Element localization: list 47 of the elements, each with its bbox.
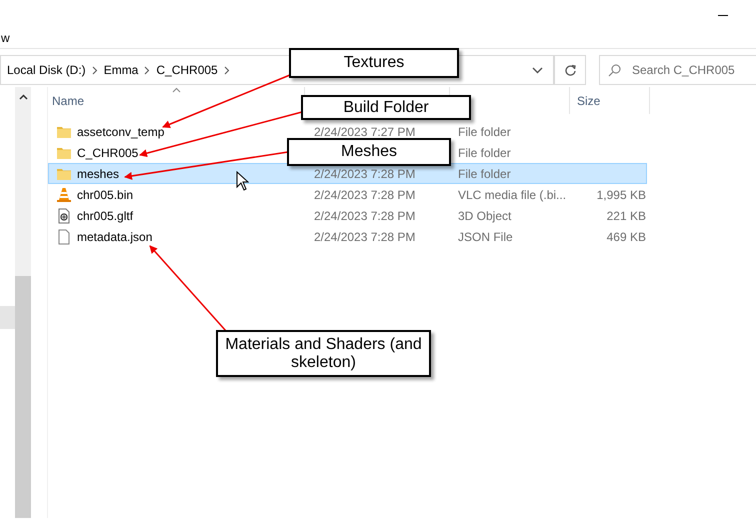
file-type: File folder — [458, 166, 511, 180]
breadcrumb[interactable]: Emma — [104, 63, 138, 77]
file-name: meshes — [77, 166, 120, 180]
traffic-cone-icon — [56, 186, 72, 202]
refresh-button[interactable] — [554, 55, 586, 85]
file-name: metadata.json — [77, 230, 152, 244]
chevron-icon — [144, 66, 150, 74]
file-type: File folder — [458, 146, 511, 160]
chevron-icon — [224, 66, 230, 74]
callout-label: Textures — [289, 48, 459, 78]
file-name: chr005.bin — [77, 188, 134, 202]
refresh-icon — [564, 64, 576, 76]
callout-label: Build Folder — [301, 95, 471, 120]
date-modified: 2/24/2023 7:28 PM — [314, 208, 416, 222]
mouse-cursor-icon — [236, 171, 249, 191]
file-type: JSON File — [458, 230, 513, 244]
breadcrumb[interactable]: C_CHR005 — [156, 63, 218, 77]
file-name: chr005.gltf — [77, 208, 134, 222]
chevron-down-icon — [532, 66, 543, 74]
file-size: 1,995 KB — [596, 188, 646, 202]
chevron-icon — [92, 66, 98, 74]
sort-caret-icon — [172, 87, 181, 93]
date-modified: 2/24/2023 7:28 PM — [314, 166, 416, 180]
file-size: 221 KB — [606, 208, 646, 222]
file-type: VLC media file (.bi... — [458, 188, 566, 202]
callout-label: Materials and Shaders (and skeleton) — [216, 330, 431, 377]
file-name: C_CHR005 — [77, 146, 138, 160]
date-modified: 2/24/2023 7:27 PM — [314, 124, 416, 138]
selected-row[interactable]: meshes 2/24/2023 7:28 PM File folder — [48, 163, 647, 184]
minimize-icon[interactable] — [718, 14, 728, 16]
file-size: 469 KB — [606, 230, 646, 244]
document-icon — [56, 228, 72, 244]
scrollbar[interactable] — [15, 87, 31, 518]
search-field[interactable]: Search C_CHR005 — [599, 55, 756, 85]
breadcrumb[interactable]: Local Disk (D:) — [7, 63, 86, 77]
scroll-thumb[interactable] — [15, 276, 31, 518]
column-header[interactable]: Size — [570, 87, 650, 114]
search-icon — [608, 64, 621, 77]
menu-item[interactable]: w — [1, 31, 10, 45]
date-modified: 2/24/2023 7:28 PM — [314, 188, 416, 202]
file-name: assetconv_temp — [77, 124, 164, 138]
chevron-up-icon — [18, 94, 28, 100]
document-icon — [56, 208, 72, 224]
file-type: File folder — [458, 124, 511, 138]
callout-label: Meshes — [287, 138, 451, 166]
file-type: 3D Object — [458, 208, 512, 222]
date-modified: 2/24/2023 7:28 PM — [314, 230, 416, 244]
